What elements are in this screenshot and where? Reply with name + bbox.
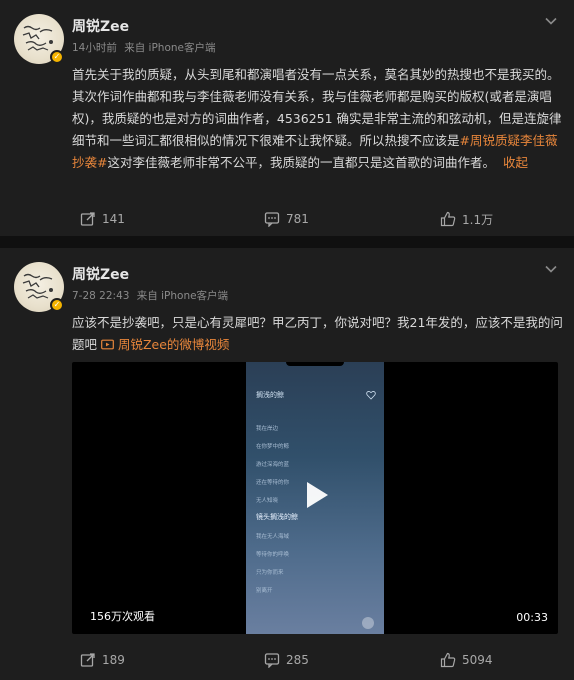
lyric-line: 游过深海的蓝 [256,462,290,468]
action-bar: 141 781 1.1万 [0,207,574,231]
video-duration: 00:33 [516,611,548,624]
comment-icon [264,212,280,227]
like-icon [440,211,456,227]
post-meta: 7-28 22:43 来自 iPhone客户端 [72,288,228,303]
weibo-post: ✓ 周锐Zee 7-28 22:43 来自 iPhone客户端 应该不是抄袭吧，… [0,248,574,680]
lyric-line: 无人知晓 [256,498,279,504]
comment-button[interactable]: 781 [264,207,309,231]
lyric-line: 我在无人海域 [256,534,290,540]
action-bar: 189 285 5094 [0,648,574,672]
heart-icon [366,391,376,400]
post-meta: 14小时前 来自 iPhone客户端 [72,40,216,55]
post-text: 首先关于我的质疑，从头到尾和都演唱者没有一点关系，莫名其妙的热搜也不是我买的。其… [72,64,564,174]
verified-badge-icon: ✓ [50,50,64,64]
like-button[interactable]: 5094 [440,648,493,672]
lyric-line: 别离开 [256,588,273,594]
lyric-line: 我在岸边 [256,426,279,432]
weibo-post: ✓ 周锐Zee 14小时前 来自 iPhone客户端 首先关于我的质疑，从头到尾… [0,0,574,236]
post-text: 应该不是抄袭吧，只是心有灵犀吧？甲乙丙丁，你说对吧？我21年发的，应该不是我的问… [72,312,564,356]
post-body-continued: 这对李佳薇老师非常不公平，我质疑的一直都只是这首歌的词曲作者。 [107,155,495,170]
chevron-down-icon[interactable] [544,14,558,28]
phone-notch [286,362,344,366]
author-name[interactable]: 周锐Zee [72,16,129,36]
comment-count: 285 [286,653,309,667]
collapse-link[interactable]: 收起 [503,155,528,170]
like-button[interactable]: 1.1万 [440,207,493,231]
video-icon [101,339,114,350]
repost-button[interactable]: 189 [80,648,125,672]
repost-button[interactable]: 141 [80,207,125,231]
pause-icon [362,617,374,629]
chevron-down-icon[interactable] [544,262,558,276]
comment-icon [264,653,280,668]
song-title: 搁浅的鲸 [256,391,284,399]
verified-badge-icon: ✓ [50,298,64,312]
author-name[interactable]: 周锐Zee [72,264,129,284]
lyric-line: 还在等待的你 [256,480,290,486]
repost-icon [80,653,95,667]
post-time[interactable]: 14小时前 [72,42,117,54]
repost-count: 189 [102,653,125,667]
lyric-line: 在你梦中的鲸 [256,444,290,450]
video-link[interactable]: 周锐Zee的微博视频 [101,337,229,352]
lyric-line-current: 镜头搁浅的鲸 [256,513,298,521]
repost-count: 141 [102,212,125,226]
post-time[interactable]: 7-28 22:43 [72,290,129,302]
lyric-line: 只为你而来 [256,570,284,576]
comment-button[interactable]: 285 [264,648,309,672]
video-link-label: 周锐Zee的微博视频 [117,337,230,352]
like-count: 5094 [462,653,493,667]
post-source: 来自 iPhone客户端 [124,42,216,54]
like-icon [440,652,456,668]
repost-icon [80,212,95,226]
play-icon[interactable] [298,478,332,512]
comment-count: 781 [286,212,309,226]
view-count: 156万次观看 [90,610,155,623]
video-player[interactable]: 搁浅的鲸 我在岸边 在你梦中的鲸 游过深海的蓝 还在等待的你 无人知晓 镜头搁浅… [72,362,558,634]
lyric-line: 等待你的呼唤 [256,552,290,558]
post-source: 来自 iPhone客户端 [136,290,229,302]
like-count: 1.1万 [462,212,494,227]
